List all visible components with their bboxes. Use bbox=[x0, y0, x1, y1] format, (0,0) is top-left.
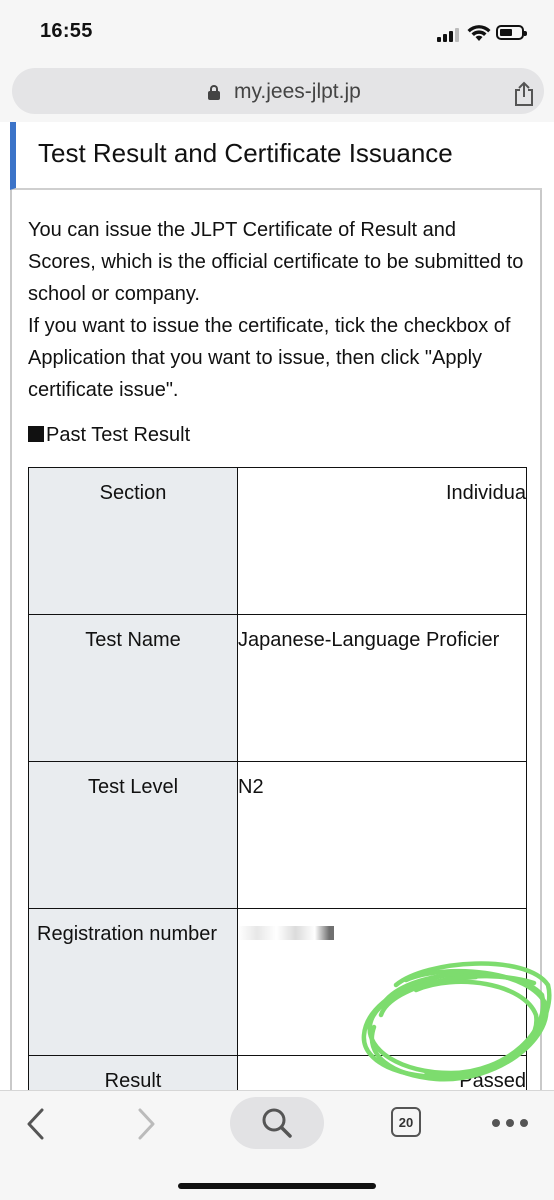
redacted-value bbox=[238, 926, 334, 940]
battery-icon bbox=[496, 25, 527, 40]
status-time: 16:55 bbox=[40, 20, 93, 42]
url-text: my.jees-jlpt.jp bbox=[234, 80, 361, 103]
page-description: You can issue the JLPT Certificate of Re… bbox=[28, 214, 528, 406]
more-icon[interactable] bbox=[492, 1119, 528, 1127]
lock-icon bbox=[208, 85, 220, 100]
wifi-icon bbox=[467, 25, 491, 41]
result-value: Passed bbox=[237, 1055, 527, 1090]
row-value: Individua bbox=[237, 467, 527, 615]
row-label: Registration number bbox=[28, 908, 238, 1056]
row-label: Section bbox=[28, 467, 238, 615]
web-page: Test Result and Certificate Issuance You… bbox=[0, 122, 554, 1090]
past-test-result-table: Section Individua Test Name Japanese-Lan… bbox=[28, 467, 527, 1090]
page-title-box: Test Result and Certificate Issuance bbox=[10, 122, 542, 190]
forward-icon[interactable] bbox=[134, 1107, 158, 1141]
share-icon[interactable] bbox=[512, 81, 536, 107]
home-indicator bbox=[178, 1183, 376, 1189]
content-border bbox=[10, 122, 12, 1090]
browser-address-area: my.jees-jlpt.jp bbox=[0, 62, 554, 122]
registration-number-value bbox=[237, 908, 527, 1056]
table-row: Test Level N2 bbox=[28, 761, 527, 909]
search-button[interactable] bbox=[230, 1097, 324, 1149]
row-value: N2 bbox=[237, 761, 527, 909]
table-row: Result Passed bbox=[28, 1055, 527, 1090]
page-title: Test Result and Certificate Issuance bbox=[38, 138, 453, 168]
cellular-signal-icon bbox=[437, 28, 461, 42]
row-label: Result bbox=[28, 1055, 238, 1090]
description-paragraph: You can issue the JLPT Certificate of Re… bbox=[28, 219, 524, 305]
square-bullet-icon bbox=[28, 426, 44, 442]
tabs-button[interactable]: 20 bbox=[391, 1107, 421, 1137]
table-row: Test Name Japanese-Language Proficier bbox=[28, 614, 527, 762]
section-heading: Past Test Result bbox=[28, 424, 190, 447]
row-label: Test Name bbox=[28, 614, 238, 762]
content-border bbox=[540, 122, 542, 1090]
row-label: Test Level bbox=[28, 761, 238, 909]
browser-toolbar: 20 bbox=[0, 1090, 554, 1200]
row-value: Japanese-Language Proficier bbox=[237, 614, 527, 762]
description-paragraph: If you want to issue the certificate, ti… bbox=[28, 315, 511, 401]
search-icon bbox=[262, 1108, 292, 1138]
status-bar: 16:55 bbox=[0, 0, 554, 62]
back-icon[interactable] bbox=[24, 1107, 48, 1141]
section-heading-text: Past Test Result bbox=[46, 424, 191, 446]
table-row: Registration number bbox=[28, 908, 527, 1056]
table-row: Section Individua bbox=[28, 467, 527, 615]
address-bar[interactable]: my.jees-jlpt.jp bbox=[12, 68, 544, 114]
